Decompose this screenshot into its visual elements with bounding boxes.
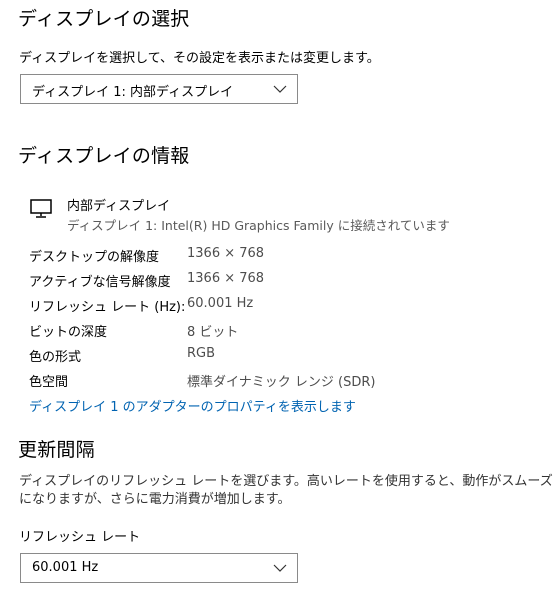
chevron-down-icon — [273, 564, 287, 572]
refresh-rate-dropdown[interactable]: 60.001 Hz — [20, 553, 298, 583]
info-label-color-space: 色空間 — [29, 375, 69, 390]
refresh-rate-value: 60.001 Hz — [32, 560, 99, 575]
adapter-properties-link[interactable]: ディスプレイ 1 のアダプターのプロパティを表示します — [29, 396, 356, 415]
refresh-description-line2: になりますが、さらに電力消費が増加します。 — [19, 492, 291, 507]
refresh-heading: 更新間隔 — [18, 439, 95, 461]
refresh-rate-label: リフレッシュ レート — [19, 530, 141, 545]
info-label-desktop-resolution: デスクトップの解像度 — [29, 250, 160, 265]
display-select-dropdown[interactable]: ディスプレイ 1: 内部ディスプレイ — [20, 74, 298, 104]
info-value-refresh-rate: 60.001 Hz — [187, 296, 254, 311]
monitor-name: 内部ディスプレイ — [67, 199, 171, 214]
info-value-desktop-resolution: 1366 × 768 — [187, 246, 265, 261]
info-value-color-space: 標準ダイナミック レンジ (SDR) — [187, 375, 376, 390]
info-label-refresh-rate: リフレッシュ レート (Hz): — [29, 300, 186, 315]
info-label-active-signal-resolution: アクティブな信号解像度 — [29, 275, 171, 290]
display-select-description: ディスプレイを選択して、その設定を表示または変更します。 — [19, 51, 380, 66]
info-label-bit-depth: ビットの深度 — [29, 325, 108, 340]
chevron-down-icon — [273, 85, 287, 93]
info-label-color-format: 色の形式 — [29, 350, 82, 365]
display-select-value: ディスプレイ 1: 内部ディスプレイ — [32, 85, 234, 100]
refresh-description-line1: ディスプレイのリフレッシュ レートを選びます。高いレートを使用すると、動作がスム… — [19, 474, 553, 489]
info-value-active-signal-resolution: 1366 × 768 — [187, 271, 265, 286]
info-value-color-format: RGB — [187, 346, 216, 361]
display-select-heading: ディスプレイの選択 — [18, 8, 190, 30]
info-value-bit-depth: 8 ビット — [187, 325, 239, 340]
display-info-heading: ディスプレイの情報 — [18, 145, 190, 167]
monitor-icon — [30, 199, 52, 218]
monitor-connection: ディスプレイ 1: Intel(R) HD Graphics Family に接… — [67, 218, 450, 233]
